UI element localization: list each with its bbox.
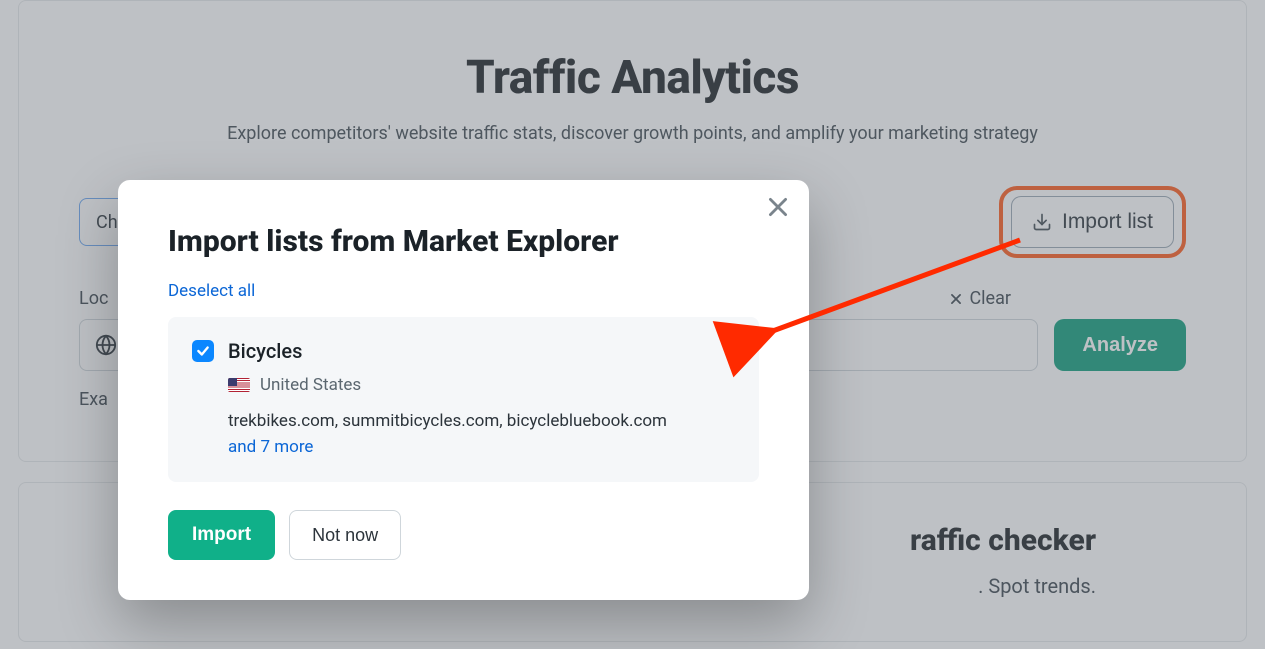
deselect-all-link[interactable]: Deselect all [168, 281, 759, 301]
list-item-title: Bicycles [228, 339, 302, 363]
us-flag-icon [228, 378, 250, 392]
not-now-button[interactable]: Not now [289, 510, 401, 560]
dialog-close-button[interactable] [765, 194, 791, 224]
dialog-title: Import lists from Market Explorer [168, 224, 759, 259]
import-button-label: Import [192, 524, 251, 545]
list-item-more-link[interactable]: and 7 more [228, 437, 313, 457]
close-icon [765, 194, 791, 220]
import-button[interactable]: Import [168, 510, 275, 560]
list-item-location: United States [260, 375, 361, 395]
list-item-domains: trekbikes.com, summitbicycles.com, bicyc… [228, 411, 667, 431]
check-icon [196, 344, 210, 358]
import-dialog: Import lists from Market Explorer Desele… [118, 180, 809, 600]
import-list-item[interactable]: Bicycles United States trekbikes.com, su… [168, 317, 759, 482]
not-now-label: Not now [312, 525, 378, 545]
list-item-checkbox[interactable] [192, 340, 214, 362]
